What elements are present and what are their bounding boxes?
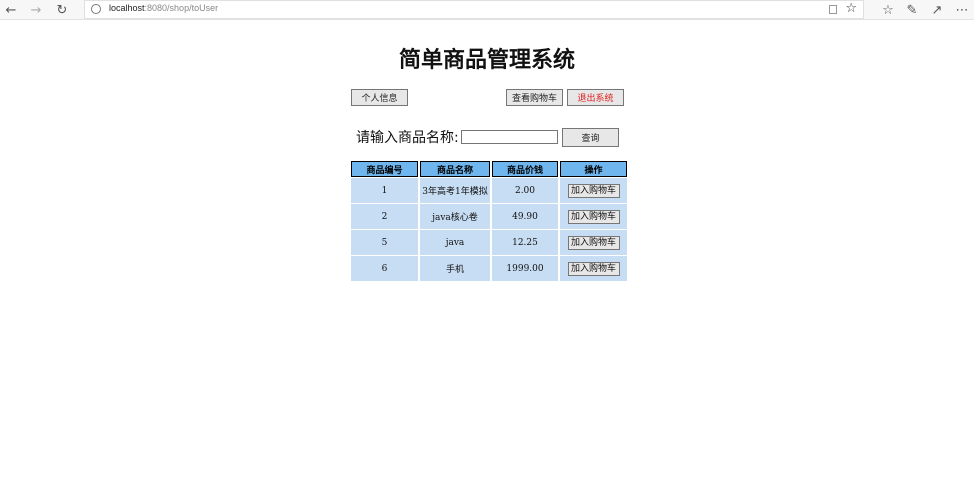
cell-price: 12.25 — [492, 230, 558, 255]
refresh-icon[interactable]: ↻ — [51, 0, 73, 20]
forward-arrow-icon[interactable]: → — [25, 0, 47, 20]
url-text[interactable]: localhost:8080/shop/toUser — [109, 3, 218, 13]
cell-name: java核心卷 — [420, 204, 490, 229]
cell-action: 加入购物车 — [560, 178, 627, 203]
cell-action: 加入购物车 — [560, 230, 627, 255]
header-id: 商品编号 — [351, 161, 418, 177]
cell-action: 加入购物车 — [560, 256, 627, 281]
table-row: 2 java核心卷 49.90 加入购物车 — [351, 204, 627, 229]
page-title: 简单商品管理系统 — [398, 48, 575, 73]
profile-button[interactable]: 个人信息 — [351, 89, 408, 106]
table-row: 1 3年高考1年模拟 2.00 加入购物车 — [351, 178, 627, 203]
share-icon[interactable]: ↗ — [926, 0, 948, 20]
header-action: 操作 — [560, 161, 627, 177]
reading-view-icon[interactable] — [829, 5, 837, 14]
query-button[interactable]: 查询 — [562, 128, 619, 147]
cell-action: 加入购物车 — [560, 204, 627, 229]
logout-button[interactable]: 退出系统 — [567, 89, 624, 106]
search-label: 请输入商品名称: — [356, 130, 459, 146]
table-header-row: 商品编号 商品名称 商品价钱 操作 — [351, 161, 627, 177]
table-row: 5 java 12.25 加入购物车 — [351, 230, 627, 255]
add-to-cart-button[interactable]: 加入购物车 — [567, 261, 620, 276]
cell-id: 6 — [351, 256, 418, 281]
cell-id: 2 — [351, 204, 418, 229]
table-row: 6 手机 1999.00 加入购物车 — [351, 256, 627, 281]
cell-name: 3年高考1年模拟 — [420, 178, 490, 203]
header-price: 商品价钱 — [492, 161, 558, 177]
cell-price: 49.90 — [492, 204, 558, 229]
header-name: 商品名称 — [420, 161, 490, 177]
add-to-cart-button[interactable]: 加入购物车 — [567, 183, 620, 198]
cell-name: 手机 — [420, 256, 490, 281]
cell-price: 2.00 — [492, 178, 558, 203]
cell-id: 1 — [351, 178, 418, 203]
add-to-cart-button[interactable]: 加入购物车 — [567, 209, 620, 224]
cell-price: 1999.00 — [492, 256, 558, 281]
product-name-input[interactable] — [461, 130, 558, 144]
browser-toolbar: ← → ↻ localhost:8080/shop/toUser ☆ ☆ ✎ ↗… — [0, 0, 974, 20]
back-arrow-icon[interactable]: ← — [0, 0, 22, 20]
favorite-star-icon[interactable]: ☆ — [845, 1, 857, 16]
site-info-icon[interactable] — [91, 4, 101, 14]
more-menu-icon[interactable]: ⋯ — [951, 0, 973, 20]
goods-table: 商品编号 商品名称 商品价钱 操作 1 3年高考1年模拟 2.00 加入购物车 … — [349, 160, 629, 282]
cell-id: 5 — [351, 230, 418, 255]
view-cart-button[interactable]: 查看购物车 — [506, 89, 563, 106]
favorites-list-icon[interactable]: ☆ — [877, 0, 899, 20]
address-bar[interactable]: localhost:8080/shop/toUser ☆ — [84, 0, 864, 19]
add-to-cart-button[interactable]: 加入购物车 — [567, 235, 620, 250]
cell-name: java — [420, 230, 490, 255]
pen-notes-icon[interactable]: ✎ — [901, 0, 923, 20]
